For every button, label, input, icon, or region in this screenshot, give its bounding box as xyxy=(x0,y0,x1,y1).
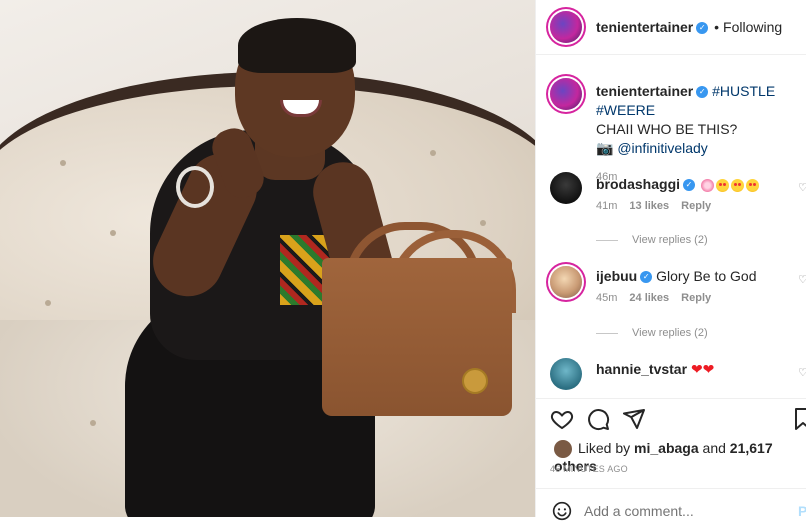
smiley-icon[interactable] xyxy=(552,501,572,521)
liker-username[interactable]: mi_abaga xyxy=(634,440,699,456)
reply-button[interactable]: Reply xyxy=(681,200,711,212)
comment-time[interactable]: 41m xyxy=(596,200,617,212)
sofa-tuft xyxy=(110,230,116,236)
flower-emoji xyxy=(700,178,714,192)
caption-text: CHAII WHO BE THIS? xyxy=(596,121,738,137)
post-side-panel: tenientertainer ✓ • Following tenientertai… xyxy=(536,0,806,521)
paper-plane-icon[interactable] xyxy=(622,407,646,431)
sofa-tuft xyxy=(90,420,96,426)
sofa-tuft xyxy=(45,300,51,306)
caption-mention[interactable]: @infinitivelady xyxy=(617,140,707,156)
handbag-charm xyxy=(462,368,488,394)
comment-username[interactable]: hannie_tvstar xyxy=(596,361,687,377)
add-comment-bar: P xyxy=(536,488,806,521)
post-photo[interactable] xyxy=(0,0,535,517)
comment-meta: 41m 13 likes Reply xyxy=(596,200,806,212)
verified-badge-icon: ✓ xyxy=(696,86,709,99)
comment-likes[interactable]: 24 likes xyxy=(629,292,669,304)
handbag xyxy=(322,258,512,416)
view-replies-label: View replies (2) xyxy=(632,234,708,246)
comment-text: Glory Be to God xyxy=(656,268,757,284)
caption-username[interactable]: tenientertainer xyxy=(596,83,693,99)
liked-by-and: and xyxy=(702,440,726,456)
replies-line xyxy=(596,239,618,241)
bookmark-icon[interactable] xyxy=(794,407,806,431)
author-username[interactable]: tenientertainer xyxy=(596,19,693,35)
comment-like-icon[interactable]: ♡ xyxy=(798,181,806,194)
commenter-avatar[interactable] xyxy=(550,266,582,298)
verified-badge-icon: ✓ xyxy=(696,22,709,35)
view-replies-button[interactable]: View replies (2) xyxy=(596,327,708,339)
caption-avatar[interactable] xyxy=(550,78,582,110)
verified-badge-icon: ✓ xyxy=(640,271,653,284)
replies-line xyxy=(596,332,618,334)
heart-eyes-emoji xyxy=(730,178,744,192)
header-separator: • xyxy=(714,19,720,35)
verified-badge-icon: ✓ xyxy=(683,179,696,192)
author-avatar[interactable] xyxy=(550,11,582,43)
heart-eyes-emoji xyxy=(745,178,759,192)
red-heart-emoji: ❤ xyxy=(690,361,703,377)
comment-item: ijebuu ✓ Glory Be to God 45m 24 likes Reply xyxy=(596,268,806,304)
reply-button[interactable]: Reply xyxy=(681,292,711,304)
post-header: tenientertainer ✓ • Following xyxy=(536,0,806,55)
view-replies-label: View replies (2) xyxy=(632,327,708,339)
bracelet xyxy=(176,166,214,208)
following-button[interactable]: Following xyxy=(723,19,782,35)
camera-emoji: 📷 xyxy=(596,140,614,156)
commenter-avatar[interactable] xyxy=(550,172,582,204)
commenter-avatar[interactable] xyxy=(550,358,582,390)
heart-icon[interactable] xyxy=(550,407,574,431)
add-comment-input[interactable] xyxy=(584,501,774,521)
posted-time[interactable]: 46 MINUTES AGO xyxy=(550,464,628,474)
comment-meta: 45m 24 likes Reply xyxy=(596,292,806,304)
sofa-tuft xyxy=(480,220,486,226)
comment-like-icon[interactable]: ♡ xyxy=(798,366,806,379)
comment-item: hannie_tvstar ❤❤ xyxy=(596,361,806,378)
comment-username[interactable]: ijebuu xyxy=(596,268,637,284)
comment-like-icon[interactable]: ♡ xyxy=(798,273,806,286)
sofa-tuft xyxy=(430,150,436,156)
person-hair xyxy=(238,18,356,73)
liked-by-prefix: Liked by xyxy=(578,440,631,456)
liker-avatar[interactable] xyxy=(554,440,572,459)
red-heart-emoji: ❤ xyxy=(702,361,715,377)
comment-likes[interactable]: 13 likes xyxy=(629,200,669,212)
comment-icon[interactable] xyxy=(586,407,610,431)
header-line: tenientertainer ✓ • Following xyxy=(596,19,782,35)
comment-item: brodashaggi ✓ 41m 13 likes Reply xyxy=(596,176,806,212)
comment-time[interactable]: 45m xyxy=(596,292,617,304)
sofa-tuft xyxy=(60,160,66,166)
view-replies-button[interactable]: View replies (2) xyxy=(596,234,708,246)
comment-username[interactable]: brodashaggi xyxy=(596,176,680,192)
heart-eyes-emoji xyxy=(715,178,729,192)
post-caption: tenientertainer ✓ #HUSTLE #WEERE CHAII WH… xyxy=(596,82,806,187)
